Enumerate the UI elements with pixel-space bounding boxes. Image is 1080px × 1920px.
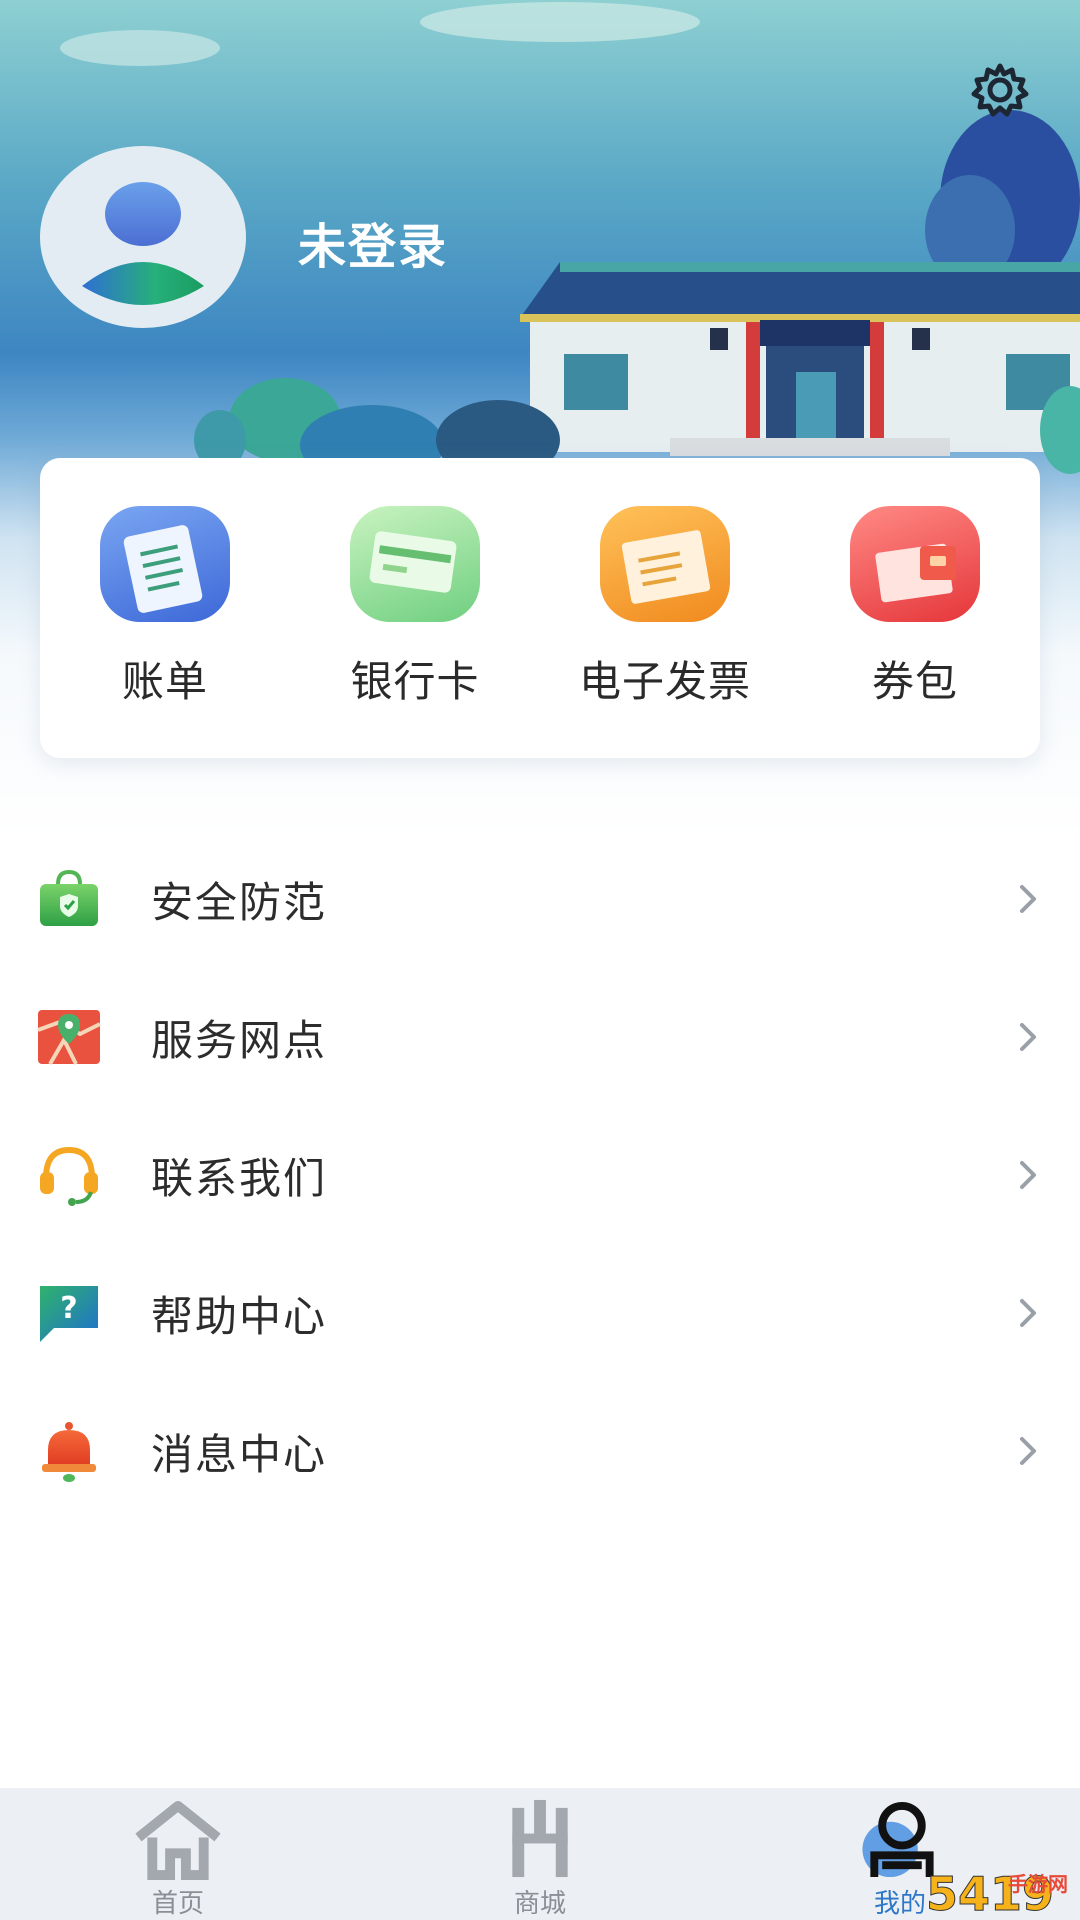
chevron-right-icon	[1020, 1161, 1036, 1189]
mall-icon	[512, 1799, 568, 1878]
e-invoice-icon	[600, 506, 730, 622]
quick-actions-card: 账单 银行卡 电子发票 券包	[40, 458, 1040, 758]
avatar[interactable]	[40, 146, 246, 328]
gear-icon	[971, 63, 1029, 117]
tab-label: 首页	[151, 1889, 204, 1919]
quick-action-label: 券包	[871, 657, 958, 706]
menu-item-label: 安全防范	[151, 877, 328, 927]
menu-item-contact-us[interactable]: 联系我们	[0, 1106, 1080, 1244]
quick-action-bank-card[interactable]: 银行卡	[290, 458, 540, 758]
menu-item-security[interactable]: 安全防范	[0, 830, 1080, 968]
chevron-right-icon	[1020, 885, 1036, 913]
menu-item-message-center[interactable]: 消息中心	[0, 1382, 1080, 1520]
quick-action-label: 账单	[121, 657, 208, 706]
bill-icon	[100, 506, 230, 622]
menu-item-help-center[interactable]: ? 帮助中心	[0, 1244, 1080, 1382]
shield-bag-icon	[40, 869, 98, 926]
quick-action-bill[interactable]: 账单	[40, 458, 290, 758]
user-avatar-icon	[82, 182, 204, 305]
menu-item-label: 帮助中心	[151, 1291, 328, 1341]
map-pin-icon	[37, 1010, 101, 1066]
menu-item-label: 服务网点	[151, 1015, 328, 1065]
quick-action-label: 电子发票	[578, 657, 751, 706]
bell-icon	[42, 1422, 96, 1482]
coupon-wallet-icon	[850, 506, 980, 622]
login-status-text[interactable]: 未登录	[298, 207, 448, 277]
bank-card-icon	[350, 506, 480, 622]
quick-action-coupon[interactable]: 券包	[790, 458, 1040, 758]
home-icon	[135, 1800, 221, 1881]
tab-mall[interactable]: 商城	[430, 1788, 650, 1920]
tab-label: 我的	[873, 1889, 926, 1919]
help-question-icon: ?	[40, 1286, 98, 1342]
settings-button[interactable]	[964, 54, 1036, 126]
bottom-tab-bar: 首页 商城 我的	[0, 1788, 1080, 1920]
quick-action-label: 银行卡	[350, 657, 480, 706]
tab-home[interactable]: 首页	[68, 1788, 288, 1920]
chevron-right-icon	[1020, 1023, 1036, 1051]
quick-action-e-invoice[interactable]: 电子发票	[540, 458, 790, 758]
svg-text:?: ?	[60, 1291, 77, 1326]
watermark-text: 手游网	[1008, 1872, 1068, 1896]
menu-item-label: 消息中心	[151, 1429, 328, 1479]
chevron-right-icon	[1020, 1299, 1036, 1327]
tab-label: 商城	[513, 1889, 566, 1919]
menu-item-label: 联系我们	[151, 1153, 328, 1203]
chevron-right-icon	[1020, 1437, 1036, 1465]
menu-item-service-outlets[interactable]: 服务网点	[0, 968, 1080, 1106]
headset-icon	[40, 1146, 98, 1206]
menu-list: 安全防范 服务网点 联系我们 ? 帮助中心 消息中心	[0, 830, 1080, 1520]
